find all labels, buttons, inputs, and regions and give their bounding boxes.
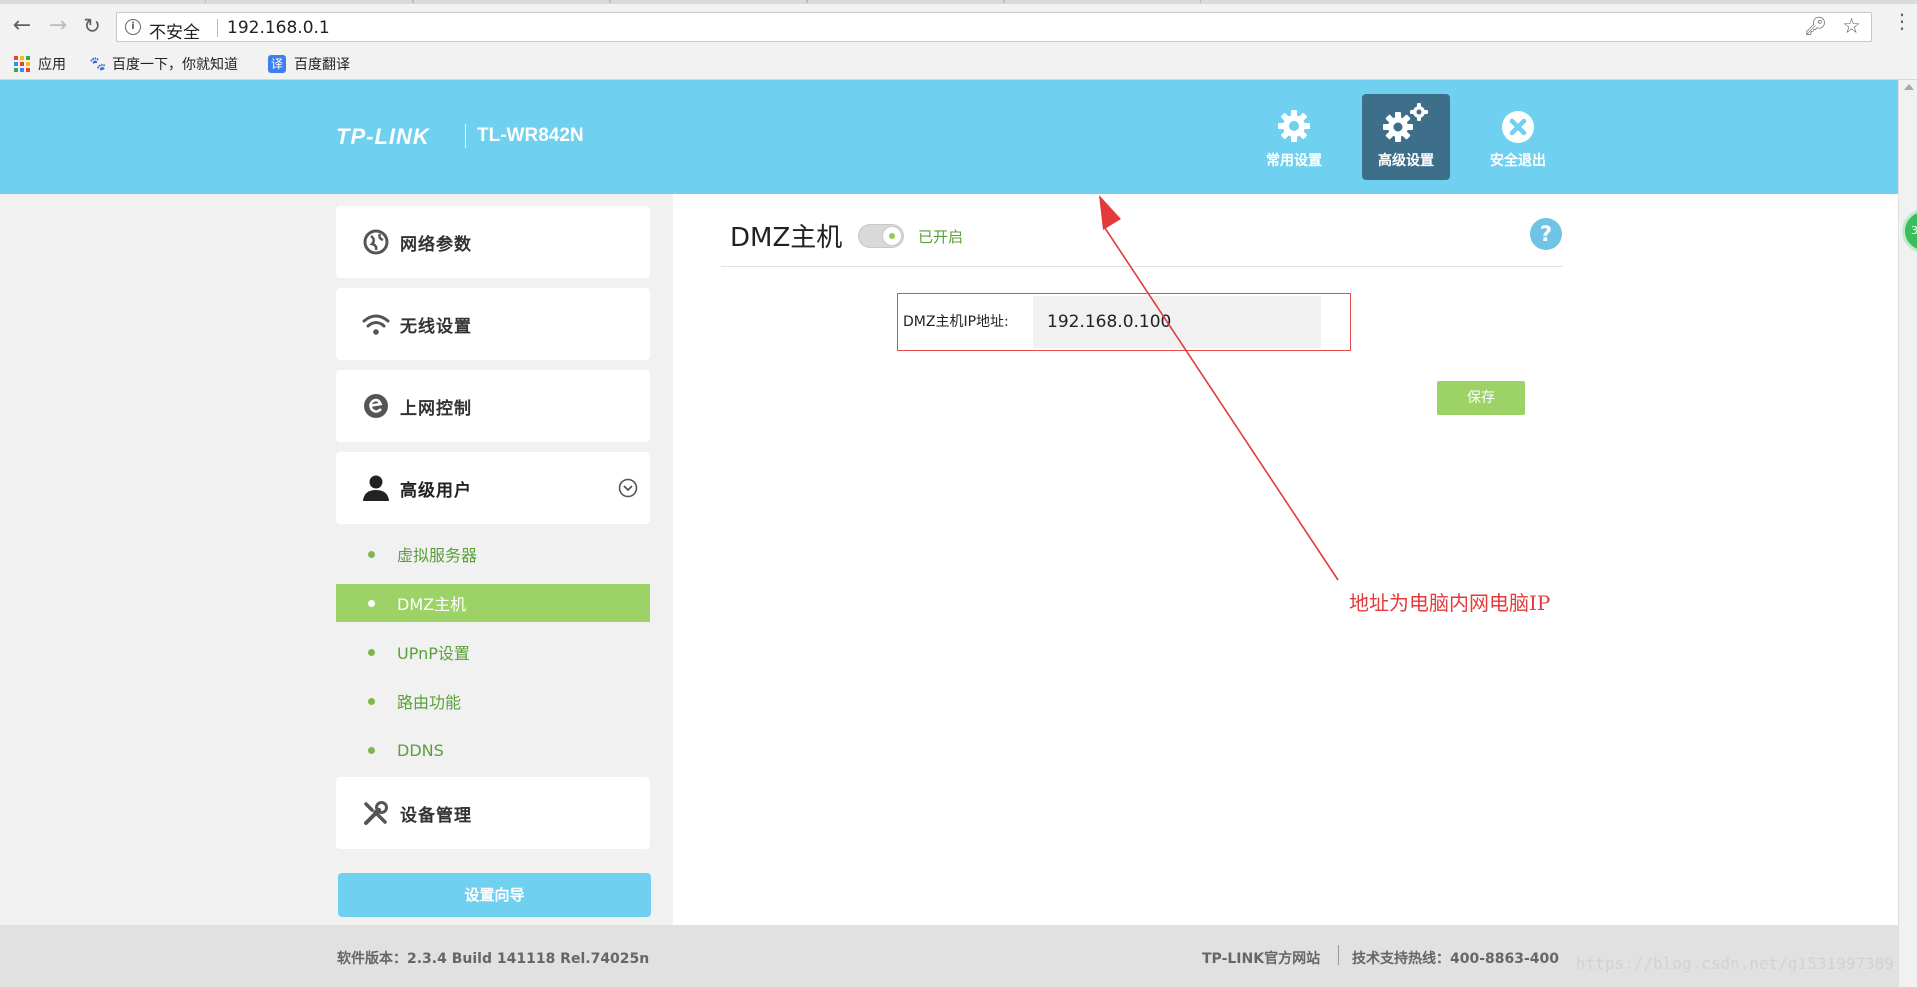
bookmark-baidu[interactable]: 🐾︎ 百度一下，你就知道 [88, 54, 238, 74]
sidebar-item-label: 设备管理 [400, 805, 472, 826]
router-admin-page: TP-LINK TL-WR842N 常用设置 高级设置 安全退出 网络参数 无线… [0, 80, 1898, 987]
sidebar-subitem-label: 路由功能 [397, 693, 462, 712]
sidebar-item-label: 高级用户 [400, 480, 472, 501]
browser-tab[interactable] [1004, 0, 1201, 3]
bookmark-label: 应用 [38, 57, 66, 73]
bookmark-label: 百度一下，你就知道 [112, 57, 238, 73]
sidebar-item-advanced-user[interactable]: 高级用户 [336, 452, 650, 524]
nav-label: 常用设置 [1266, 153, 1322, 169]
security-label: 不安全 [149, 23, 200, 43]
globe-icon [362, 228, 390, 256]
save-button[interactable]: 保存 [1437, 381, 1525, 415]
close-circle-icon [1502, 111, 1534, 143]
nav-logout[interactable]: 安全退出 [1474, 94, 1562, 180]
nav-label: 安全退出 [1490, 153, 1546, 169]
reload-icon[interactable]: ↻ [78, 12, 106, 40]
firmware-version: 软件版本：2.3.4 Build 141118 Rel.74025n [337, 951, 650, 967]
annotation-text: 地址为电脑内网电脑IP [1349, 591, 1551, 615]
baidu-paw-icon: 🐾︎ [88, 55, 108, 73]
bullet-icon [368, 648, 375, 656]
dmz-toggle-switch[interactable] [858, 224, 904, 248]
bullet-icon [368, 697, 375, 705]
bookmark-label: 百度翻译 [294, 57, 350, 73]
sidebar-item-network[interactable]: 网络参数 [336, 206, 650, 278]
dmz-ip-highlight-box: DMZ主机IP地址: [897, 293, 1351, 351]
chevron-down-icon[interactable] [618, 478, 638, 498]
apps-grid-icon [14, 56, 30, 72]
nav-label: 高级设置 [1378, 153, 1434, 169]
dmz-ip-input[interactable] [1033, 296, 1321, 348]
tools-icon [362, 799, 390, 827]
toggle-status-label: 已开启 [918, 228, 964, 246]
url-text[interactable]: 192.168.0.1 [227, 18, 330, 38]
sidebar-subitem-label: DMZ主机 [397, 595, 467, 614]
toggle-knob [882, 226, 902, 246]
back-arrow-icon[interactable]: ← [8, 12, 36, 40]
bookmarks-bar: 应用 🐾︎ 百度一下，你就知道 译 百度翻译 [0, 47, 1917, 80]
omnibox-separator [217, 19, 218, 37]
sidebar-subitem-routing[interactable]: 路由功能 [336, 682, 650, 720]
internet-e-icon [362, 392, 390, 420]
browser-tab[interactable] [610, 0, 807, 3]
support-hotline: 技术支持热线：400-8863-400 [1352, 951, 1560, 967]
brand-logo: TP-LINK [336, 124, 430, 149]
nav-advanced-settings[interactable]: 高级设置 [1362, 94, 1450, 180]
gear-icon [1278, 110, 1310, 142]
bullet-icon [368, 599, 375, 607]
sidebar-item-label: 无线设置 [400, 316, 472, 337]
nav-common-settings[interactable]: 常用设置 [1250, 94, 1338, 180]
sidebar-subitem-upnp[interactable]: UPnP设置 [336, 633, 650, 671]
sidebar-subitem-label: 虚拟服务器 [397, 546, 478, 565]
bookmark-apps[interactable]: 应用 [14, 54, 66, 74]
official-site-link[interactable]: TP-LINK官方网站 [1202, 948, 1320, 968]
wifi-icon [362, 310, 390, 338]
bullet-icon [368, 550, 375, 558]
logo-separator [465, 124, 466, 148]
site-info-icon[interactable]: i [125, 19, 141, 35]
browser-menu-icon[interactable]: ⋮ [1892, 11, 1912, 31]
bookmark-star-icon[interactable]: ☆ [1842, 14, 1861, 38]
gears-icon [1383, 103, 1428, 142]
user-icon [362, 474, 390, 502]
content-panel: DMZ主机 已开启 ? DMZ主机IP地址: 保存 地址为电脑内网电脑IP [673, 194, 1898, 925]
sidebar-subitem-dmz[interactable]: DMZ主机 [336, 584, 650, 622]
sidebar-item-label: 网络参数 [400, 234, 472, 255]
browser-tab[interactable] [807, 0, 1004, 3]
model-name: TL-WR842N [477, 125, 584, 146]
sidebar-item-access-control[interactable]: 上网控制 [336, 370, 650, 442]
browser-tab[interactable] [413, 0, 610, 3]
bookmark-baidu-translate[interactable]: 译 百度翻译 [268, 54, 350, 74]
browser-tab[interactable] [205, 0, 413, 3]
scroll-up-arrow-icon[interactable] [1904, 84, 1914, 90]
translate-icon: 译 [268, 55, 286, 73]
sidebar-subitem-label: UPnP设置 [397, 644, 470, 663]
sidebar-subitem-virtual-server[interactable]: 虚拟服务器 [336, 535, 650, 573]
page-header: TP-LINK TL-WR842N 常用设置 高级设置 安全退出 [0, 80, 1898, 194]
browser-toolbar: ← → ↻ i 不安全 192.168.0.1 🔑︎ ☆ ⋮ [0, 4, 1917, 47]
title-divider [721, 266, 1563, 267]
dmz-ip-label: DMZ主机IP地址: [903, 314, 1009, 330]
forward-arrow-icon[interactable]: → [44, 12, 72, 40]
footer-separator [1338, 945, 1339, 965]
bullet-icon [368, 746, 375, 754]
sidebar-item-device-management[interactable]: 设备管理 [336, 777, 650, 849]
setup-wizard-button[interactable]: 设置向导 [338, 873, 651, 917]
sidebar-subitem-label: DDNS [397, 740, 444, 760]
page-title: DMZ主机 [730, 223, 843, 253]
help-icon[interactable]: ? [1530, 218, 1562, 250]
watermark-text: https://blog.csdn.net/g1531997389 [1576, 954, 1894, 973]
address-bar[interactable]: i 不安全 192.168.0.1 🔑︎ ☆ [116, 12, 1872, 43]
sidebar-item-label: 上网控制 [400, 398, 472, 419]
sidebar-item-wireless[interactable]: 无线设置 [336, 288, 650, 360]
sidebar-subitem-ddns[interactable]: DDNS [336, 731, 650, 769]
key-icon[interactable]: 🔑︎ [1804, 16, 1827, 37]
